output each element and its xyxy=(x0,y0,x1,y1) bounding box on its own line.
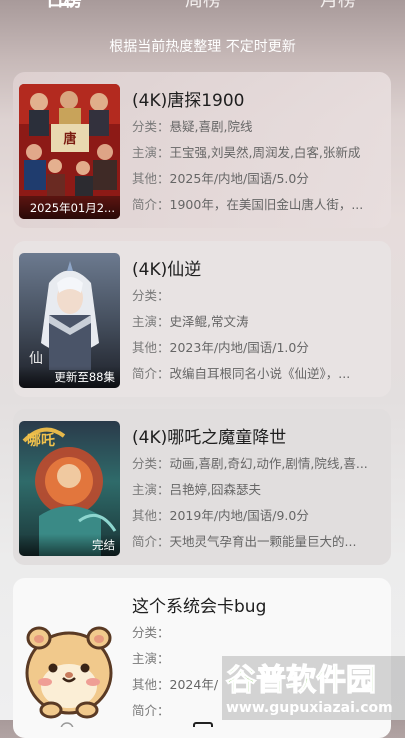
intro-label: 简介： xyxy=(132,534,170,549)
poster-image: 仙 更新至88集 xyxy=(19,253,120,388)
active-tab-indicator xyxy=(59,3,74,6)
list-item[interactable]: 仙 更新至88集 (4K)仙逆 分类： 主演：史泽鲲,常文涛 其他：2023年/… xyxy=(13,241,391,397)
item-title[interactable]: (4K)唐探1900 xyxy=(132,86,245,111)
other-value: 2024年/ xyxy=(169,677,219,692)
other-label: 其他： xyxy=(132,508,170,523)
intro-value: 1900年，在美国旧金山唐人街，... xyxy=(169,197,364,212)
other-row: 其他：2019年/内地/国语/9.0分 xyxy=(132,505,382,524)
watermark-brand: 谷普软件园 xyxy=(226,663,376,698)
other-label: 其他： xyxy=(132,171,170,186)
genre-value: 动画,喜剧,奇幻,动作,剧情,院线,喜... xyxy=(169,456,368,471)
poster-caption: 完结 xyxy=(19,534,120,556)
tab-weekly[interactable]: 周榜 xyxy=(185,0,221,12)
genre-row: 分类：动画,喜剧,奇幻,动作,剧情,院线,喜... xyxy=(132,453,382,472)
other-label: 其他： xyxy=(132,677,170,692)
genre-row: 分类：悬疑,喜剧,院线 xyxy=(132,116,382,135)
other-value: 2019年/内地/国语/9.0分 xyxy=(169,508,309,523)
other-value: 2025年/内地/国语/5.0分 xyxy=(169,171,309,186)
other-row: 其他：2025年/内地/国语/5.0分 xyxy=(132,168,382,187)
other-label: 其他： xyxy=(132,340,170,355)
ranking-subtitle: 根据当前热度整理 不定时更新 xyxy=(109,39,296,55)
svg-text:哪吒: 哪吒 xyxy=(27,433,55,449)
genre-row: 分类： xyxy=(132,285,382,304)
genre-label: 分类： xyxy=(132,625,170,640)
genre-label: 分类： xyxy=(132,288,170,303)
genre-label: 分类： xyxy=(132,456,170,471)
poster-image: 哪吒 完结 xyxy=(19,421,120,556)
genre-value: 悬疑,喜剧,院线 xyxy=(169,119,253,134)
item-title[interactable]: (4K)仙逆 xyxy=(132,255,201,280)
other-row: 其他：2023年/内地/国语/1.0分 xyxy=(132,337,382,356)
intro-value: 改编自耳根同名小说《仙逆》，... xyxy=(169,366,351,381)
cast-value: 吕艳婷,囧森瑟夫 xyxy=(169,482,261,497)
svg-text:唐: 唐 xyxy=(63,131,76,147)
cast-row: 主演：史泽鲲,常文涛 xyxy=(132,311,382,330)
bottom-navigation xyxy=(0,712,405,736)
cast-value: 史泽鲲,常文涛 xyxy=(169,314,249,329)
list-item[interactable]: 唐 2025年01月2... (4K)唐探1900 分类：悬疑,喜剧,院线 主演… xyxy=(13,72,391,228)
poster-caption: 2025年01月2... xyxy=(19,197,120,219)
cast-label: 主演： xyxy=(132,651,170,666)
svg-text:仙: 仙 xyxy=(29,351,43,367)
tab-daily[interactable]: 日榜 xyxy=(46,0,82,12)
intro-value: 天地灵气孕育出一颗能量巨大的... xyxy=(169,534,357,549)
cast-row: 主演：吕艳婷,囧森瑟夫 xyxy=(132,479,382,498)
cast-label: 主演： xyxy=(132,482,170,497)
list-item[interactable]: 哪吒 完结 (4K)哪吒之魔童降世 分类：动画,喜剧,奇幻,动作,剧情,院线,喜… xyxy=(13,409,391,565)
intro-label: 简介： xyxy=(132,197,170,212)
intro-row: 简介：天地灵气孕育出一颗能量巨大的... xyxy=(132,531,382,550)
intro-label: 简介： xyxy=(132,366,170,381)
tab-monthly[interactable]: 月榜 xyxy=(320,0,356,12)
other-value: 2023年/内地/国语/1.0分 xyxy=(169,340,309,355)
cast-value: 王宝强,刘昊然,周润发,白客,张新成 xyxy=(169,145,361,160)
poster-caption: 更新至88集 xyxy=(19,366,120,388)
item-title[interactable]: (4K)哪吒之魔童降世 xyxy=(132,423,286,448)
tv-icon[interactable] xyxy=(193,722,213,736)
intro-row: 简介：1900年，在美国旧金山唐人街，... xyxy=(132,194,382,213)
cast-label: 主演： xyxy=(132,314,170,329)
site-watermark: 谷普软件园 www.gupuxiazai.com xyxy=(222,656,405,720)
item-title[interactable]: 这个系统会卡bug xyxy=(132,592,266,617)
intro-row: 简介：改编自耳根同名小说《仙逆》，... xyxy=(132,363,382,382)
rank-tabs: 日榜 周榜 月榜 xyxy=(0,0,405,20)
cast-row: 主演：王宝强,刘昊然,周润发,白客,张新成 xyxy=(132,142,382,161)
genre-row: 分类： xyxy=(132,622,382,641)
genre-label: 分类： xyxy=(132,119,170,134)
poster-image: 唐 2025年01月2... xyxy=(19,84,120,219)
cast-label: 主演： xyxy=(132,145,170,160)
home-icon[interactable] xyxy=(60,722,74,736)
